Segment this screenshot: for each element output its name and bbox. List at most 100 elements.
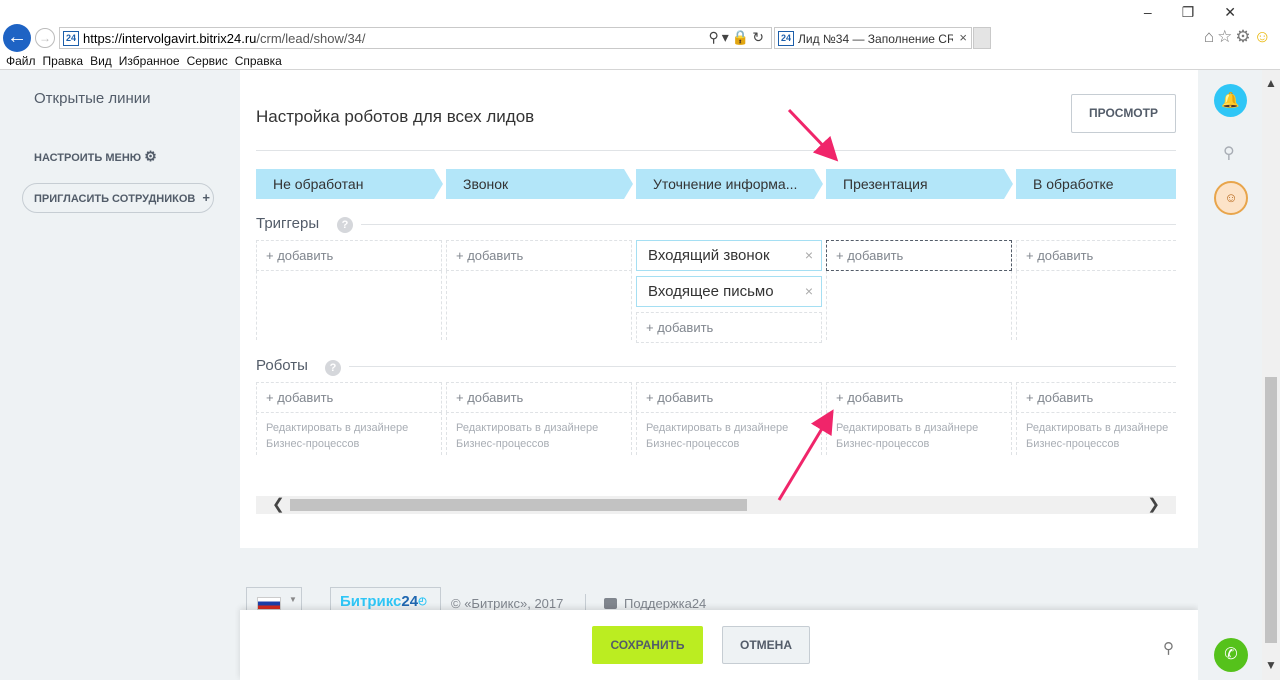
address-tools: ⚲▾🔒↻ <box>709 29 767 46</box>
search-icon[interactable]: ⚲ <box>709 29 722 45</box>
configure-menu-label: НАСТРОИТЬ МЕНЮ <box>34 152 142 164</box>
close-icon[interactable]: × <box>959 30 967 45</box>
stage-call[interactable]: Звонок <box>446 169 633 199</box>
add-robot-button[interactable]: + добавить <box>1016 382 1176 413</box>
bp-designer-link[interactable]: Редактировать в дизайнере Бизнес-процессо… <box>836 420 978 452</box>
add-robot-button[interactable]: + добавить <box>256 382 442 413</box>
invite-label: ПРИГЛАСИТЬ СОТРУДНИКОВ <box>34 193 196 205</box>
browser-chrome: ← → 24 https://intervolgavirt.bitrix24.r… <box>0 0 1280 70</box>
scroll-down-icon[interactable]: ▼ <box>1265 658 1277 672</box>
logo-number: 24 <box>401 593 419 610</box>
add-trigger-button[interactable]: + добавить <box>826 240 1012 271</box>
add-robot-button[interactable]: + добавить <box>636 382 822 413</box>
stage-presentation[interactable]: Презентация <box>826 169 1013 199</box>
forward-icon[interactable]: → <box>35 28 55 48</box>
menu-bar: Файл Правка Вид Избранное Сервис Справка <box>6 54 289 68</box>
phone-icon[interactable]: ✆ <box>1214 638 1248 672</box>
window-controls: –❐✕ <box>1144 4 1266 21</box>
horizontal-scrollbar[interactable]: ❮ ❯ <box>256 496 1176 514</box>
preview-button[interactable]: ПРОСМОТР <box>1071 94 1176 133</box>
menu-favorites[interactable]: Избранное <box>119 54 180 68</box>
close-window-icon[interactable]: ✕ <box>1224 4 1266 20</box>
scroll-up-icon[interactable]: ▲ <box>1265 76 1277 90</box>
menu-tools[interactable]: Сервис <box>187 54 228 68</box>
add-label: добавить <box>847 248 904 263</box>
browser-tools: ⌂☆⚙☺ <box>1204 27 1274 47</box>
address-bar[interactable]: 24 https://intervolgavirt.bitrix24.ru/cr… <box>59 27 772 49</box>
add-label: добавить <box>277 248 334 263</box>
gear-icon[interactable]: ⚙ <box>1235 27 1253 46</box>
pin-icon[interactable]: ⚲ <box>1163 639 1174 657</box>
add-trigger-button[interactable]: + добавить <box>1016 240 1176 271</box>
chat-icon <box>604 598 617 609</box>
support-link[interactable]: Поддержка24 <box>624 596 706 611</box>
bp-link-line2: Бизнес-процессов <box>456 438 550 450</box>
menu-help[interactable]: Справка <box>235 54 282 68</box>
divider <box>349 366 1176 367</box>
trigger-label: Входящий звонок <box>648 247 770 264</box>
trigger-incoming-email[interactable]: Входящее письмо × <box>636 276 822 307</box>
lock-icon[interactable]: 🔒 <box>732 29 752 45</box>
cancel-button[interactable]: ОТМЕНА <box>722 626 810 664</box>
bp-link-line1: Редактировать в дизайнере <box>1026 422 1169 434</box>
minimize-icon[interactable]: – <box>1144 4 1182 20</box>
close-icon[interactable]: × <box>805 241 813 270</box>
add-trigger-button[interactable]: + добавить <box>256 240 442 271</box>
star-icon[interactable]: ☆ <box>1217 27 1235 46</box>
home-icon[interactable]: ⌂ <box>1204 27 1217 46</box>
avatar[interactable]: ☺ <box>1214 181 1248 215</box>
bp-designer-link[interactable]: Редактировать в дизайнере Бизнес-процессо… <box>266 420 408 452</box>
scroll-left-icon[interactable]: ❮ <box>272 495 285 513</box>
menu-view[interactable]: Вид <box>90 54 112 68</box>
menu-file[interactable]: Файл <box>6 54 36 68</box>
menu-edit[interactable]: Правка <box>43 54 84 68</box>
gear-icon: ⚙ <box>144 148 157 164</box>
smiley-icon[interactable]: ☺ <box>1254 27 1274 46</box>
bell-icon[interactable]: 🔔 <box>1214 84 1247 117</box>
trigger-incoming-call[interactable]: Входящий звонок × <box>636 240 822 271</box>
divider <box>256 150 1176 151</box>
flag-icon <box>257 597 281 610</box>
search-icon[interactable]: ⚲ <box>1223 143 1235 163</box>
add-label: добавить <box>657 390 714 405</box>
add-label: добавить <box>847 390 904 405</box>
add-label: добавить <box>1037 390 1094 405</box>
action-bar: СОХРАНИТЬ ОТМЕНА ⚲ <box>240 610 1198 680</box>
bp-link-line2: Бизнес-процессов <box>836 438 930 450</box>
add-label: добавить <box>1037 248 1094 263</box>
help-icon[interactable]: ? <box>325 360 341 376</box>
scrollbar-thumb[interactable] <box>1265 377 1277 643</box>
add-trigger-button[interactable]: + добавить <box>636 312 822 343</box>
scroll-right-icon[interactable]: ❯ <box>1147 495 1160 513</box>
page-title: Настройка роботов для всех лидов <box>256 107 535 126</box>
browser-tab[interactable]: 24 Лид №34 — Заполнение CR... × <box>774 27 972 49</box>
new-tab-button[interactable] <box>973 27 991 49</box>
vertical-scrollbar[interactable]: ▲ ▼ <box>1262 70 1280 680</box>
stage-in-progress[interactable]: В обработке <box>1016 169 1176 199</box>
logo-text: Битрикс <box>340 593 402 610</box>
bp-link-line1: Редактировать в дизайнере <box>456 422 599 434</box>
bp-designer-link[interactable]: Редактировать в дизайнере Бизнес-процессо… <box>456 420 598 452</box>
restore-icon[interactable]: ❐ <box>1182 4 1225 20</box>
trigger-label: Входящее письмо <box>648 283 774 300</box>
add-label: добавить <box>277 390 334 405</box>
invite-employees-button[interactable]: ПРИГЛАСИТЬ СОТРУДНИКОВ + <box>22 183 214 213</box>
help-icon[interactable]: ? <box>337 217 353 233</box>
scrollbar-thumb[interactable] <box>290 499 747 511</box>
url-path: /crm/lead/show/34/ <box>256 31 366 46</box>
back-icon[interactable]: ← <box>3 24 31 52</box>
stage-clarification[interactable]: Уточнение информа... <box>636 169 823 199</box>
refresh-icon[interactable]: ↻ <box>752 29 767 45</box>
dropdown-icon[interactable]: ▾ <box>722 29 732 45</box>
bp-designer-link[interactable]: Редактировать в дизайнере Бизнес-процессо… <box>646 420 788 452</box>
sidebar-item-open-lines[interactable]: Открытые линии <box>34 90 151 107</box>
add-trigger-button[interactable]: + добавить <box>446 240 632 271</box>
configure-menu-button[interactable]: НАСТРОИТЬ МЕНЮ ⚙ <box>34 148 157 165</box>
add-robot-button[interactable]: + добавить <box>826 382 1012 413</box>
stage-not-processed[interactable]: Не обработан <box>256 169 443 199</box>
close-icon[interactable]: × <box>805 277 813 306</box>
site-favicon-icon: 24 <box>63 31 79 46</box>
save-button[interactable]: СОХРАНИТЬ <box>592 626 703 664</box>
bp-designer-link[interactable]: Редактировать в дизайнере Бизнес-процессо… <box>1026 420 1168 452</box>
add-robot-button[interactable]: + добавить <box>446 382 632 413</box>
